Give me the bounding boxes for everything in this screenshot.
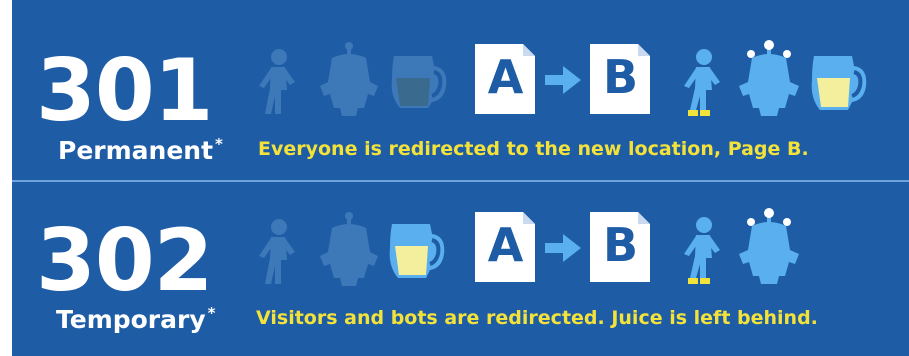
page-a-letter: A bbox=[487, 218, 524, 272]
arrow-right-icon bbox=[545, 234, 581, 262]
label-temporary-text: Temporary bbox=[56, 305, 206, 334]
jug-icon bbox=[808, 50, 874, 116]
bot-icon bbox=[737, 208, 801, 286]
walker-faded-icon bbox=[255, 218, 299, 286]
description-301: Everyone is redirected to the new locati… bbox=[258, 138, 809, 160]
code-301: 301 bbox=[36, 41, 214, 141]
walker-icon bbox=[680, 216, 724, 286]
label-permanent: Permanent * bbox=[58, 135, 223, 165]
jug-icon bbox=[386, 218, 452, 284]
page-b-letter: B bbox=[602, 218, 638, 272]
walker-icon bbox=[680, 48, 724, 118]
description-302: Visitors and bots are redirected. Juice … bbox=[256, 307, 818, 329]
bot-faded-icon bbox=[318, 212, 380, 288]
page-b-letter: B bbox=[602, 50, 638, 104]
asterisk: * bbox=[207, 304, 216, 322]
label-temporary: Temporary * bbox=[56, 304, 216, 334]
page-a-letter: A bbox=[487, 50, 524, 104]
bot-faded-icon bbox=[318, 42, 380, 118]
bot-icon bbox=[737, 40, 801, 118]
code-302: 302 bbox=[36, 211, 214, 311]
jug-faded-icon bbox=[388, 50, 454, 114]
walker-faded-icon bbox=[255, 48, 299, 116]
row-divider bbox=[12, 180, 909, 182]
arrow-right-icon bbox=[545, 66, 581, 94]
frame: 301 Permanent * A B Everyone is redirect… bbox=[0, 0, 909, 356]
label-permanent-text: Permanent bbox=[58, 136, 214, 165]
asterisk: * bbox=[215, 135, 223, 153]
